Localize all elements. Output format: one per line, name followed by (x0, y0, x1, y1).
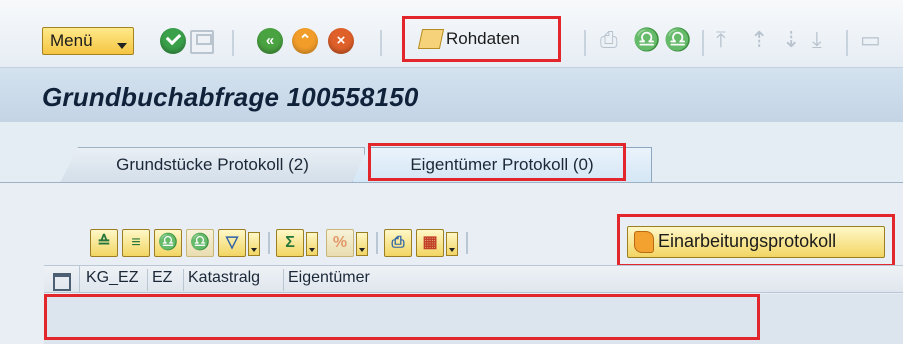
rohdaten-button-label: Rohdaten (446, 29, 520, 48)
column-header-eigentuemer[interactable]: Eigentümer (284, 269, 404, 291)
filter-button[interactable]: ▽ (218, 229, 246, 257)
scroll-icon (634, 231, 654, 253)
binoculars-icon: ♎ (158, 234, 178, 251)
check-icon[interactable] (160, 28, 186, 54)
layout-button[interactable]: ▦ (416, 229, 444, 257)
column-header-ez[interactable]: EZ (148, 269, 184, 291)
title-bar: Grundbuchabfrage 100558150 (0, 68, 903, 122)
page-title: Grundbuchabfrage 100558150 (42, 82, 419, 112)
back-icon[interactable]: « (257, 28, 283, 54)
tab-grundstuecke-protokoll[interactable]: Grundstücke Protokoll (2) (60, 147, 365, 183)
details-button[interactable]: ≙ (90, 229, 118, 257)
empty-row-highlight (44, 294, 760, 340)
toolbar-separator (846, 30, 848, 56)
filter-icon: ▽ (225, 234, 239, 251)
sum-button[interactable]: Σ (276, 229, 304, 257)
grid-layout-icon: ▦ (422, 234, 438, 251)
sum-dropdown[interactable] (306, 232, 318, 256)
table-header: KG_EZ EZ Katastralg Eigentümer (44, 265, 903, 293)
select-all-icon[interactable] (44, 266, 80, 292)
subtotal-button[interactable]: % (326, 229, 354, 257)
print-icon[interactable]: ⎙ (600, 26, 618, 54)
toolbar-separator (702, 30, 704, 56)
tab-highlight (368, 143, 626, 181)
filter-rows-button[interactable]: ≡ (122, 229, 150, 257)
menu-button[interactable]: Menü (42, 27, 134, 55)
details-icon: ≙ (97, 234, 111, 251)
grid-toolbar-separator (268, 232, 270, 254)
menu-button-label: Menü (50, 31, 93, 50)
print-icon: ⎙ (391, 234, 405, 251)
first-page-icon[interactable]: ⤒ (716, 26, 726, 54)
column-header-kg-ez[interactable]: KG_EZ (82, 269, 148, 291)
find-next-button[interactable]: ♎ (186, 229, 214, 257)
grid-toolbar-separator (376, 232, 378, 254)
subtotal-dropdown[interactable] (356, 232, 368, 256)
rohdaten-button[interactable]: Rohdaten (412, 26, 550, 54)
subtotal-icon: % (332, 234, 348, 251)
print-button[interactable]: ⎙ (384, 229, 412, 257)
binoculars-next-icon: ♎ (190, 234, 210, 251)
einarbeitungsprotokoll-button[interactable]: Einarbeitungsprotokoll (627, 226, 885, 258)
find-icon[interactable]: ♎ (633, 26, 660, 54)
save-icon[interactable] (190, 30, 214, 54)
filter-dropdown[interactable] (248, 232, 260, 256)
raw-data-icon (417, 29, 445, 49)
toolbar-separator (232, 30, 234, 56)
einarbeitungsprotokoll-label: Einarbeitungsprotokoll (658, 231, 837, 251)
toolbar-separator (584, 30, 586, 56)
layout-dropdown[interactable] (446, 232, 458, 256)
next-page-icon[interactable]: ⇣ (782, 26, 800, 54)
column-header-katastralg[interactable]: Katastralg (184, 269, 284, 291)
sum-icon: Σ (285, 234, 295, 251)
toolbar-separator (380, 30, 382, 56)
grid-toolbar-separator (466, 232, 468, 254)
last-page-icon[interactable]: ⤓ (812, 26, 822, 54)
find-next-icon[interactable]: ♎ (664, 26, 691, 54)
tab-label: Grundstücke Protokoll (2) (116, 155, 309, 174)
exit-icon[interactable]: ⌃ (292, 28, 318, 54)
previous-page-icon[interactable]: ⇡ (750, 26, 768, 54)
find-button[interactable]: ♎ (154, 229, 182, 257)
cancel-icon[interactable]: × (328, 28, 354, 54)
chevron-down-icon (117, 43, 127, 49)
sort-icon: ≡ (131, 234, 141, 251)
layout-icon[interactable]: ▭ (860, 26, 881, 54)
